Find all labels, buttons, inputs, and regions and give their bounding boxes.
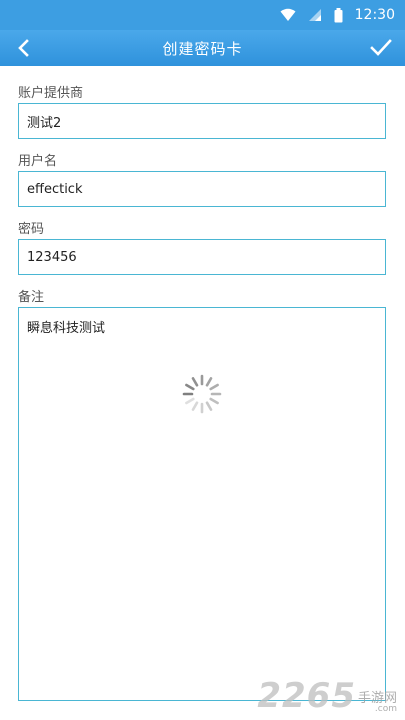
signal-icon — [308, 9, 321, 21]
password-input[interactable]: 123456 — [18, 239, 386, 275]
watermark-domain: .com — [374, 704, 397, 714]
battery-icon — [334, 7, 343, 22]
provider-label: 账户提供商 — [18, 86, 84, 101]
status-time: 12:30 — [354, 7, 395, 23]
checkmark-icon[interactable] — [369, 36, 393, 60]
notes-label: 备注 — [18, 290, 45, 305]
status-bar: 12:30 — [0, 0, 405, 30]
watermark-number: 2265 — [257, 676, 356, 716]
chevron-left-icon[interactable] — [12, 36, 36, 60]
provider-input[interactable]: 测试2 — [18, 103, 386, 139]
app-bar: 创建密码卡 — [0, 30, 405, 66]
notes-textarea[interactable]: 瞬息科技测试 — [18, 307, 386, 701]
username-input[interactable]: effectick — [18, 171, 386, 207]
spinner-icon — [182, 374, 222, 414]
watermark-logo: 2265 手游网 .com — [257, 676, 397, 716]
page-title: 创建密码卡 — [162, 39, 243, 58]
username-label: 用户名 — [18, 154, 58, 169]
wifi-icon — [280, 8, 296, 21]
password-label: 密码 — [18, 222, 45, 237]
